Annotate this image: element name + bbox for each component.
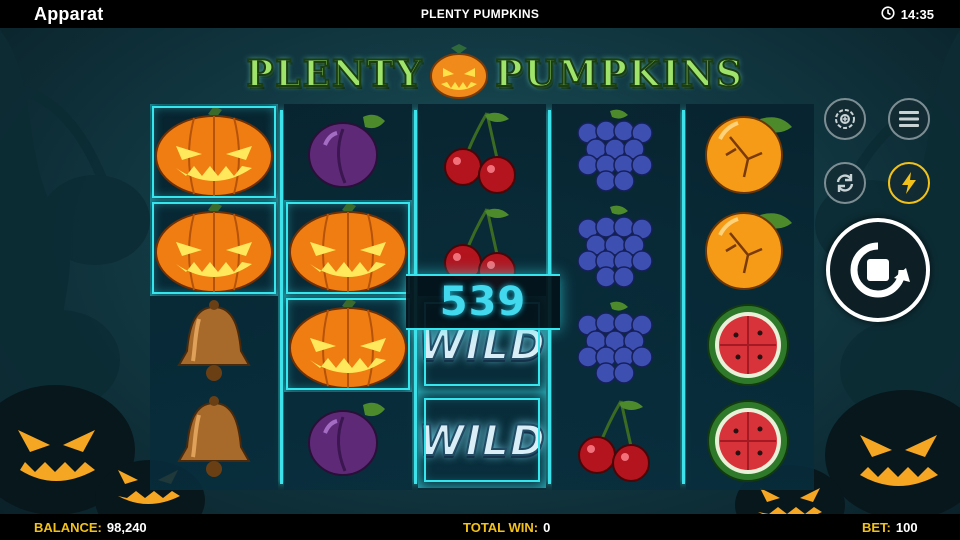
lightning-icon: [902, 172, 916, 194]
logo-word-plenty: PLENTY: [245, 52, 424, 96]
orange-symbol: [686, 200, 814, 296]
pumpkin-symbol: [150, 200, 278, 296]
reel-5: [686, 104, 814, 490]
menu-button[interactable]: [888, 98, 930, 140]
reel-4: [552, 104, 680, 490]
reel-2: [284, 104, 412, 490]
game-title: PLENTY PUMPKINS: [420, 7, 540, 21]
grapes-symbol: [552, 104, 680, 200]
spin-button[interactable]: [826, 218, 930, 322]
reel-separator: [682, 110, 685, 484]
cherry-symbol: [552, 392, 680, 488]
bell-symbol: [150, 296, 278, 392]
refresh-icon: [836, 174, 854, 192]
bell-symbol: [150, 392, 278, 488]
brand-logo: Apparat: [34, 3, 104, 24]
watermelon-symbol: [686, 392, 814, 488]
logo-pumpkin-icon: [429, 43, 489, 105]
grapes-symbol: [552, 200, 680, 296]
turbo-button[interactable]: [888, 162, 930, 204]
autoplay-button[interactable]: [824, 98, 866, 140]
plum-symbol: [284, 392, 412, 488]
win-amount: 539: [439, 279, 527, 325]
menu-icon: [899, 111, 919, 127]
pumpkin-symbol: [150, 104, 278, 200]
pumpkin-symbol: [284, 296, 412, 392]
bet-label: BET:: [862, 520, 891, 535]
spin-icon: [850, 242, 910, 298]
clock-time: 14:35: [900, 6, 934, 22]
bottom-bar: BALANCE: 98,240 TOTAL WIN: 0 BET: 100: [0, 514, 960, 540]
bet-value: 100: [895, 520, 918, 535]
cherry-symbol: [418, 104, 546, 200]
reel-1: [150, 104, 278, 490]
plum-symbol: [284, 104, 412, 200]
total-win-label: TOTAL WIN:: [463, 520, 539, 535]
watermelon-symbol: [686, 296, 814, 392]
clock-icon: [881, 5, 895, 23]
pumpkin-symbol: [284, 200, 412, 296]
win-amount-display: 539: [406, 274, 560, 330]
logo-word-pumpkins: PUMPKINS: [494, 52, 744, 96]
autoplay-icon: [835, 109, 855, 129]
game-logo: PLENTY PUMPKINS: [245, 43, 743, 105]
clock: 14:35: [881, 5, 934, 23]
grapes-symbol: [552, 296, 680, 392]
top-bar: Apparat PLENTY PUMPKINS 14:35: [0, 0, 960, 28]
balance: BALANCE: 98,240: [34, 520, 147, 535]
wild-label: WILD: [417, 415, 546, 466]
bet[interactable]: BET: 100: [862, 520, 918, 535]
total-win-value: 0: [543, 520, 551, 535]
wild-symbol: WILD: [417, 392, 546, 488]
reel-separator: [280, 110, 283, 484]
balance-value: 98,240: [106, 520, 147, 535]
orange-symbol: [686, 104, 814, 200]
refresh-button[interactable]: [824, 162, 866, 204]
balance-label: BALANCE:: [34, 520, 102, 535]
total-win: TOTAL WIN: 0: [463, 520, 550, 535]
